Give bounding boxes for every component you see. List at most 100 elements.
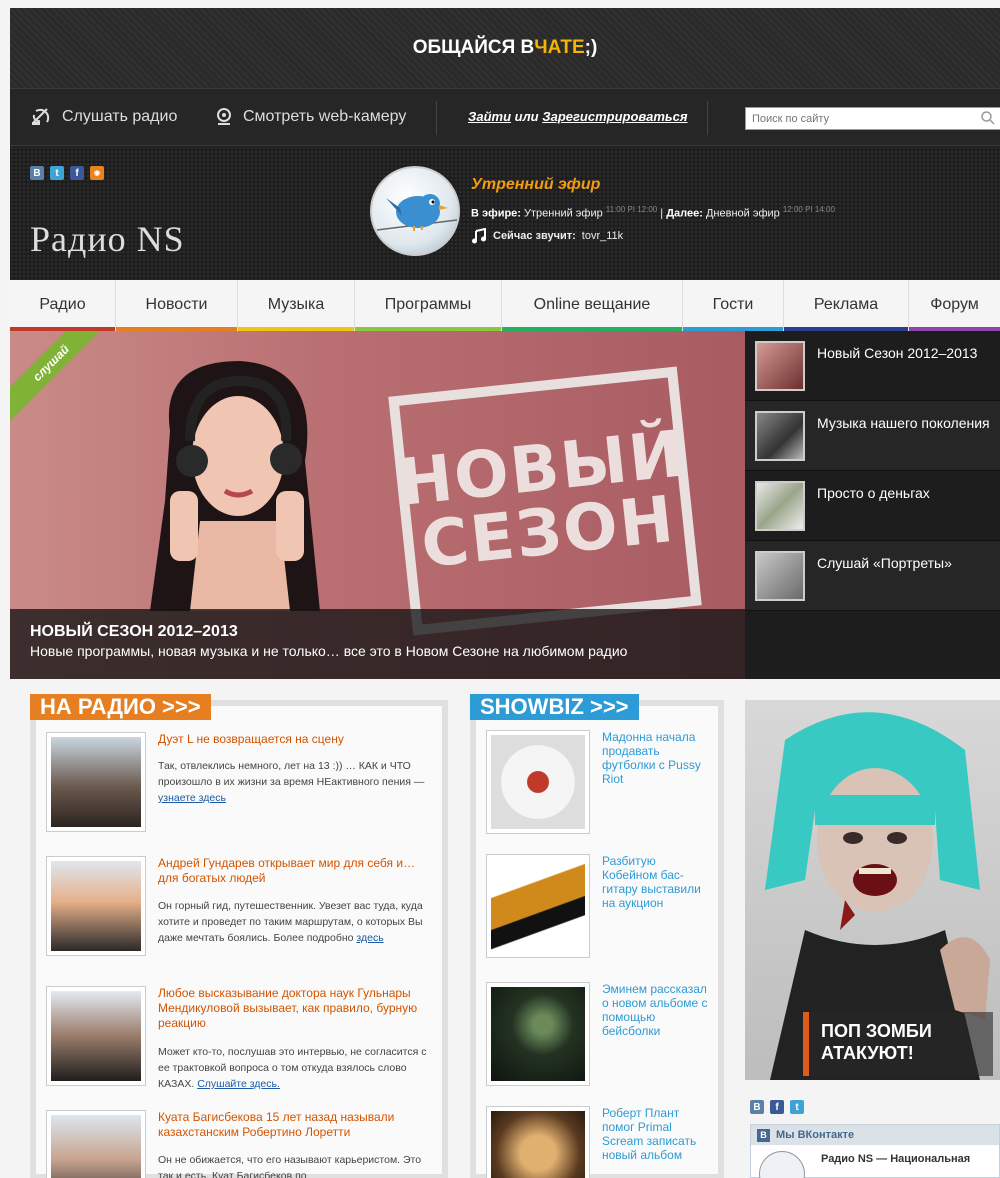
showbiz-item[interactable]: Роберт Плант помог Primal Scream записат… [486, 1106, 716, 1178]
showbiz-title[interactable]: Мадонна начала продавать футболки с Puss… [602, 730, 714, 786]
nav-item-music[interactable]: Музыка [238, 280, 355, 331]
news-link[interactable]: здесь [356, 932, 383, 944]
news-title[interactable]: Любое высказывание доктора наук Гульнары… [158, 986, 438, 1031]
news-text: Так, отвлеклись немного, лет на 13 :)) …… [158, 758, 438, 806]
zombie-caption-line: АТАКУЮТ! [821, 1043, 914, 1063]
slider-item[interactable]: Просто о деньгах [745, 471, 1000, 541]
auth-or: или [511, 109, 543, 124]
nav-item-ads[interactable]: Реклама [784, 280, 909, 331]
nav-item-label: Online вещание [533, 296, 651, 313]
slider-item[interactable]: Музыка нашего поколения [745, 401, 1000, 471]
bird-icon [376, 194, 458, 231]
slider-item[interactable]: Слушай «Портреты» [745, 541, 1000, 611]
site-logo[interactable]: Радио NS [30, 218, 185, 260]
auth-links: Зайти или Зарегистрироваться [468, 109, 688, 124]
show-avatar [370, 166, 460, 256]
hero-caption: НОВЫЙ СЕЗОН 2012–2013 Новые программы, н… [10, 609, 745, 679]
showbiz-photo [486, 854, 590, 958]
slider-thumb [755, 551, 805, 601]
now-playing-label: Сейчас звучит: [493, 230, 576, 242]
facebook-icon[interactable]: f [770, 1100, 784, 1114]
chat-banner-highlight: ЧАТЕ [534, 37, 585, 58]
news-item[interactable]: Любое высказывание доктора наук Гульнары… [46, 986, 436, 1096]
nav-item-label: Музыка [267, 296, 325, 313]
content-area: НА РАДИО >>> Дуэт L не возвращается на с… [10, 680, 1000, 1178]
nav-item-programs[interactable]: Программы [355, 280, 502, 331]
twitter-icon[interactable]: t [50, 166, 64, 180]
nav-item-label: Форум [930, 296, 979, 313]
nav-item-guests[interactable]: Гости [683, 280, 784, 331]
showbiz-title[interactable]: Роберт Плант помог Primal Scream записат… [602, 1106, 714, 1162]
news-photo [46, 856, 146, 956]
search-input[interactable] [745, 107, 1000, 130]
vk-group-name[interactable]: Радио NS — Национальная [821, 1153, 970, 1165]
hero-caption-title[interactable]: НОВЫЙ СЕЗОН 2012–2013 [30, 623, 725, 641]
on-radio-heading[interactable]: НА РАДИО >>> [30, 694, 211, 720]
hero-slide[interactable]: слушай НОВЫЙ СЕЗОН НОВЫЙ СЕЗОН 2012–2013… [10, 331, 745, 679]
watch-webcam-link[interactable]: Смотреть web-камеру [215, 107, 406, 127]
register-link[interactable]: Зарегистрироваться [542, 109, 687, 124]
showbiz-item[interactable]: Разбитую Кобейном бас-гитару выставили н… [486, 854, 716, 964]
news-text: Он не обижается, что его называют карьер… [158, 1152, 438, 1178]
nav-item-label: Радио [39, 296, 86, 313]
facebook-icon[interactable]: f [70, 166, 84, 180]
news-text-body: Он не обижается, что его называют карьер… [158, 1154, 422, 1178]
vk-icon[interactable]: В [30, 166, 44, 180]
news-item[interactable]: Андрей Гундарев открывает мир для себя и… [46, 856, 436, 966]
chat-banner-smiley: ;) [584, 37, 598, 58]
utility-bar: Слушать радио Смотреть web-камеру Зайти … [10, 88, 1000, 146]
listen-ribbon: слушай [10, 331, 113, 425]
slider-item-label: Слушай «Портреты» [817, 555, 952, 571]
news-title[interactable]: Куата Багисбекова 15 лет назад называли … [158, 1110, 438, 1140]
showbiz-heading[interactable]: SHOWBIZ >>> [470, 694, 639, 720]
login-link[interactable]: Зайти [468, 109, 511, 124]
news-title[interactable]: Андрей Гундарев открывает мир для себя и… [158, 856, 438, 886]
showbiz-photo [486, 730, 590, 834]
vk-icon[interactable]: В [750, 1100, 764, 1114]
vk-group-avatar[interactable] [759, 1151, 805, 1178]
showbiz-item[interactable]: Мадонна начала продавать футболки с Puss… [486, 730, 716, 840]
vk-widget-body: Радио NS — Национальная [751, 1145, 999, 1178]
twitter-icon[interactable]: t [790, 1100, 804, 1114]
chat-banner-text: ОБЩАЙСЯ В [412, 37, 535, 58]
vk-widget: B Мы ВКонтакте Радио NS — Национальная [750, 1124, 1000, 1178]
showbiz-item[interactable]: Эминем рассказал о новом альбоме с помощ… [486, 982, 716, 1092]
news-link[interactable]: Слушайте здесь. [197, 1078, 280, 1090]
listen-radio-link[interactable]: Слушать радио [30, 107, 177, 127]
on-air-value: Утренний эфир [524, 207, 603, 220]
divider [707, 101, 708, 135]
search-icon[interactable] [980, 110, 996, 126]
showbiz-title[interactable]: Разбитую Кобейном бас-гитару выставили н… [602, 854, 714, 910]
news-item[interactable]: Куата Багисбекова 15 лет назад называли … [46, 1110, 436, 1178]
nav-item-radio[interactable]: Радио [10, 280, 116, 331]
nav-item-news[interactable]: Новости [116, 280, 238, 331]
pop-zombie-banner[interactable]: ПОП ЗОМБИ АТАКУЮТ! [745, 700, 1000, 1080]
showbiz-photo [486, 1106, 590, 1178]
next-label: Далее: [666, 207, 703, 220]
slider-item[interactable]: Новый Сезон 2012–2013 [745, 331, 1000, 401]
news-item[interactable]: Дуэт L не возвращается на сцену Так, отв… [46, 732, 436, 842]
show-title[interactable]: Утренний эфир [471, 176, 600, 194]
zombie-caption: ПОП ЗОМБИ АТАКУЮТ! [803, 1012, 993, 1076]
showbiz-title[interactable]: Эминем рассказал о новом альбоме с помощ… [602, 982, 714, 1038]
nav-item-forum[interactable]: Форум [909, 280, 1000, 331]
showbiz-photo [486, 982, 590, 1086]
zombie-caption-line: ПОП ЗОМБИ [821, 1021, 932, 1041]
vk-icon: B [757, 1128, 770, 1142]
news-title[interactable]: Дуэт L не возвращается на сцену [158, 732, 438, 747]
listen-radio-label: Слушать радио [62, 108, 178, 125]
hero-caption-text: Новые программы, новая музыка и не тольк… [30, 643, 628, 659]
next-value: Дневной эфир [705, 207, 780, 220]
now-playing-value: tovr_11k [581, 230, 624, 242]
nav-item-label: Новости [145, 296, 208, 313]
divider [436, 101, 437, 135]
social-links: В t f ◉ [30, 166, 104, 180]
chat-banner[interactable]: ОБЩАЙСЯ В ЧАТЕ ;) [10, 8, 1000, 88]
site-header: В t f ◉ Радио NS Утренний эфир В эфире: … [10, 146, 1000, 280]
nav-item-online[interactable]: Online вещание [502, 280, 683, 331]
news-photo [46, 986, 146, 1086]
news-text: Может кто-то, послушав это интервью, не … [158, 1044, 438, 1092]
news-link[interactable]: узнаете здесь [158, 792, 226, 804]
rss-icon[interactable]: ◉ [90, 166, 104, 180]
next-time: 12:00 PI 14:00 [782, 205, 835, 214]
